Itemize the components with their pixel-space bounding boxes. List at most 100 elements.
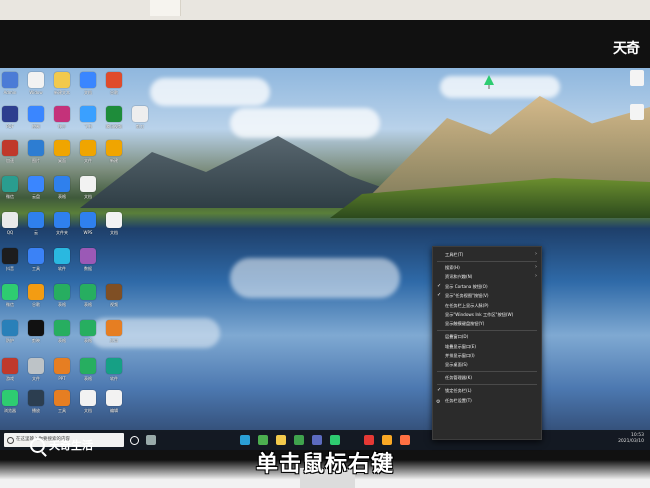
forest: [330, 178, 650, 218]
desktop-shortcut-icon[interactable]: [28, 106, 44, 122]
desktop-shortcut-icon[interactable]: [2, 106, 18, 122]
desktop-shortcut-icon[interactable]: [28, 358, 44, 374]
clock[interactable]: 10:53 2021/03/10: [618, 433, 644, 445]
context-menu-label: 锁定任务栏(L): [445, 388, 472, 394]
desktop-shortcut-icon[interactable]: [2, 212, 18, 228]
app-icon[interactable]: [400, 435, 410, 445]
desktop-shortcut-icon[interactable]: [2, 72, 18, 88]
desktop-shortcut-label: 工具: [58, 408, 66, 413]
desktop-shortcut-icon[interactable]: [2, 248, 18, 264]
desktop-shortcut-icon[interactable]: [2, 140, 18, 156]
context-menu-item[interactable]: ✓ 锁定任务栏(L): [433, 386, 541, 395]
desktop-shortcut-icon[interactable]: [80, 212, 96, 228]
context-menu-item[interactable]: 搜索(H) ›: [433, 263, 541, 272]
desktop-shortcut-icon[interactable]: [132, 106, 148, 122]
context-menu-item[interactable]: ⚙ 任务栏设置(T): [433, 396, 541, 405]
desktop-shortcut-label: 文档: [84, 194, 92, 199]
app-icon[interactable]: [382, 435, 392, 445]
desktop-shortcut-icon[interactable]: [80, 284, 96, 300]
desktop-shortcut-icon[interactable]: [80, 106, 96, 122]
wps-icon[interactable]: [364, 435, 374, 445]
context-menu-item[interactable]: 在任务栏上显示人脉(P): [433, 301, 541, 310]
task-view-icon[interactable]: [146, 435, 156, 445]
desktop-shortcut-icon[interactable]: [2, 358, 18, 374]
desktop-shortcut-icon[interactable]: [28, 176, 44, 192]
desktop-shortcut-icon[interactable]: [54, 72, 70, 88]
desktop-file-icon[interactable]: [630, 70, 644, 86]
context-menu-label: 显示"Windows Ink 工作区"按钮(W): [445, 311, 514, 317]
desktop-shortcut-icon[interactable]: [54, 212, 70, 228]
desktop-shortcut-label: 文件: [84, 158, 92, 163]
desktop-shortcut-icon[interactable]: [28, 248, 44, 264]
desktop-shortcut-icon[interactable]: [106, 390, 122, 406]
context-menu-item[interactable]: 并排显示窗口(I): [433, 351, 541, 360]
recycle-bin-icon[interactable]: [484, 74, 494, 89]
desktop-shortcut-icon[interactable]: [54, 176, 70, 192]
desktop-shortcut-label: 剪刀: [136, 124, 144, 129]
desktop-shortcut-icon[interactable]: [54, 390, 70, 406]
desktop-shortcut-label: 表格: [84, 338, 92, 343]
app-icon[interactable]: [312, 435, 322, 445]
context-menu-label: 并排显示窗口(I): [445, 353, 475, 359]
desktop-shortcut-label: 文档: [110, 230, 118, 235]
desktop-shortcut-icon[interactable]: [106, 212, 122, 228]
desktop-shortcut-icon[interactable]: [80, 320, 96, 336]
desktop-shortcut-icon[interactable]: [106, 140, 122, 156]
context-menu-item[interactable]: 堆叠显示窗口(E): [433, 342, 541, 351]
desktop-shortcut-icon[interactable]: [54, 140, 70, 156]
desktop-shortcut-icon[interactable]: [28, 320, 44, 336]
desktop-shortcut-icon[interactable]: [28, 284, 44, 300]
desktop-shortcut-icon[interactable]: [28, 212, 44, 228]
desktop-shortcut-label: 表格: [84, 302, 92, 307]
desktop-shortcut-icon[interactable]: [54, 106, 70, 122]
desktop-shortcut-label: 飞书: [84, 124, 92, 129]
desktop-shortcut-icon[interactable]: [54, 358, 70, 374]
desktop-shortcut-icon[interactable]: [106, 320, 122, 336]
desktop-shortcut-icon[interactable]: [54, 320, 70, 336]
wechat-icon[interactable]: [330, 435, 340, 445]
desktop-shortcut-label: Widow: [29, 90, 43, 95]
context-menu-item[interactable]: ✓ 显示 Cortana 按钮(O): [433, 282, 541, 291]
context-menu-item[interactable]: 层叠窗口(D): [433, 332, 541, 341]
desktop-shortcut-icon[interactable]: [80, 358, 96, 374]
desktop-shortcut-icon[interactable]: [80, 390, 96, 406]
desktop-shortcut-icon[interactable]: [80, 72, 96, 88]
context-menu-item[interactable]: 显示桌面(S): [433, 360, 541, 369]
desktop-shortcut-icon[interactable]: [106, 284, 122, 300]
desktop-shortcut-icon[interactable]: [28, 72, 44, 88]
menu-separator: [437, 384, 537, 386]
check-icon: ✓: [437, 282, 442, 289]
desktop-file-icon[interactable]: [630, 104, 644, 120]
edge-icon[interactable]: [240, 435, 250, 445]
video-caption: 单击鼠标右键: [255, 452, 394, 477]
desktop-shortcut-icon[interactable]: [2, 176, 18, 192]
start-icon[interactable]: [130, 436, 139, 445]
check-icon: ✓: [437, 387, 442, 394]
desktop-shortcut-icon[interactable]: [106, 72, 122, 88]
context-menu-item[interactable]: ✓ 显示"任务视图"按钮(V): [433, 291, 541, 300]
desktop-shortcut-label: 工具: [32, 266, 40, 271]
context-menu-item[interactable]: 显示"Windows Ink 工作区"按钮(W): [433, 310, 541, 319]
desktop-shortcut-icon[interactable]: [80, 176, 96, 192]
store-icon[interactable]: [258, 435, 268, 445]
desktop-shortcut-icon[interactable]: [54, 248, 70, 264]
context-menu-item[interactable]: 显示触摸键盘按钮(Y): [433, 319, 541, 328]
desktop-shortcut-icon[interactable]: [2, 390, 18, 406]
desktop-shortcut-icon[interactable]: [106, 358, 122, 374]
explorer-icon[interactable]: [276, 435, 286, 445]
desktop-shortcut-icon[interactable]: [2, 320, 18, 336]
context-menu-item[interactable]: 工具栏(T) ›: [433, 250, 541, 259]
desktop-shortcut-icon[interactable]: [28, 390, 44, 406]
desktop-shortcut-label: 视频: [110, 302, 118, 307]
desktop-shortcut-icon[interactable]: [80, 140, 96, 156]
desktop-screen[interactable]: Admin Widow 新建文本 文档 谷歌 PDF 控制 快手 飞书 腾讯视频 剪刀 加速 图片 桌面文…: [0, 68, 650, 450]
desktop-shortcut-icon[interactable]: [106, 106, 122, 122]
context-menu-item[interactable]: 任务管理器(K): [433, 373, 541, 382]
chrome-icon[interactable]: [294, 435, 304, 445]
context-menu-item[interactable]: 资讯和兴趣(N) ›: [433, 272, 541, 281]
desktop-shortcut-label: 数据: [84, 266, 92, 271]
desktop-shortcut-icon[interactable]: [80, 248, 96, 264]
desktop-shortcut-icon[interactable]: [28, 140, 44, 156]
desktop-shortcut-icon[interactable]: [54, 284, 70, 300]
desktop-shortcut-icon[interactable]: [2, 284, 18, 300]
